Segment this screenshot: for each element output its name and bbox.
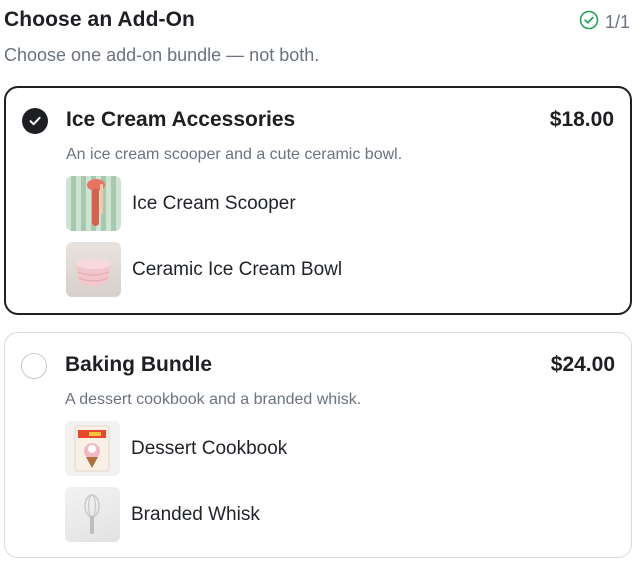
item-label: Dessert Cookbook bbox=[131, 437, 288, 459]
bundle-item: Dessert Cookbook bbox=[65, 421, 287, 476]
check-circle-icon bbox=[579, 10, 599, 35]
item-label: Ceramic Ice Cream Bowl bbox=[132, 258, 343, 280]
radio-unchecked-icon[interactable] bbox=[21, 353, 47, 379]
option-price: $24.00 bbox=[550, 353, 615, 376]
whisk-thumbnail bbox=[65, 487, 120, 542]
option-price: $18.00 bbox=[549, 108, 614, 131]
bowl-thumbnail bbox=[66, 242, 121, 297]
option-description: A dessert cookbook and a branded whisk. bbox=[65, 391, 362, 408]
header: Choose an Add-On 1/1 bbox=[4, 8, 632, 32]
cookbook-thumbnail bbox=[65, 421, 120, 476]
addon-option-baking-bundle[interactable]: Baking Bundle $24.00 A dessert cookbook … bbox=[4, 332, 632, 558]
scooper-thumbnail bbox=[66, 176, 121, 231]
bundle-item: Ice Cream Scooper bbox=[66, 176, 296, 231]
option-description: An ice cream scooper and a cute ceramic … bbox=[66, 146, 403, 163]
bundle-item: Branded Whisk bbox=[65, 487, 260, 542]
item-label: Branded Whisk bbox=[131, 503, 260, 525]
item-label: Ice Cream Scooper bbox=[132, 192, 296, 214]
page-title: Choose an Add-On bbox=[4, 8, 195, 31]
radio-checked-icon[interactable] bbox=[22, 108, 48, 134]
addon-option-ice-cream-accessories[interactable]: Ice Cream Accessories $18.00 An ice crea… bbox=[4, 86, 632, 315]
option-name: Ice Cream Accessories bbox=[66, 108, 296, 131]
bundle-item: Ceramic Ice Cream Bowl bbox=[66, 242, 342, 297]
option-name: Baking Bundle bbox=[65, 353, 213, 376]
page-subtitle: Choose one add-on bundle — not both. bbox=[4, 45, 320, 65]
counter-text: 1/1 bbox=[604, 12, 630, 32]
selection-counter: 1/1 bbox=[579, 10, 630, 35]
